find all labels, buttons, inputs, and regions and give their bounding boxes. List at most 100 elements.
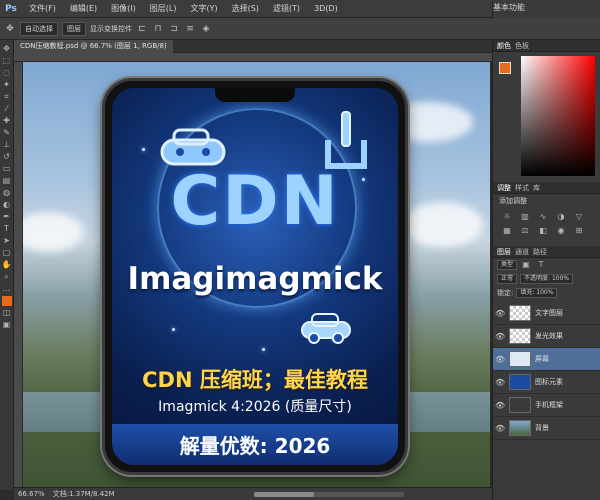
menu-image[interactable]: 图像(I) (104, 3, 143, 14)
zoom-level[interactable]: 66.67% (18, 490, 45, 498)
more-tools-icon[interactable]: … (2, 284, 12, 294)
tab-layers[interactable]: 图层 (497, 247, 511, 257)
tab-adjustments[interactable]: 调整 (497, 183, 511, 193)
layer-row[interactable]: 👁 背景 (493, 417, 600, 440)
eye-icon[interactable]: 👁 (495, 424, 505, 433)
eye-icon[interactable]: 👁 (495, 309, 505, 318)
menu-filter[interactable]: 滤镜(T) (266, 3, 307, 14)
tab-swatches[interactable]: 色板 (515, 41, 529, 51)
distribute-icon[interactable]: ≡ (184, 23, 196, 35)
menu-bar: Ps 文件(F) 编辑(E) 图像(I) 图层(L) 文字(Y) 选择(S) 滤… (0, 0, 600, 462)
tab-channels[interactable]: 通道 (515, 247, 529, 257)
eyedropper-icon[interactable]: ⁄ (2, 104, 12, 114)
options-bar: ✥ 自动选择 图层 显示变换控件 ⊏ ⊓ ⊐ ≡ ◈ (0, 18, 600, 40)
document-tab-bar: CDN压缩教程.psd @ 66.7% (图层 1, RGB/8) (14, 40, 492, 53)
layer-row[interactable]: 👁 图标元素 (493, 371, 600, 394)
menu-edit[interactable]: 编辑(E) (63, 3, 104, 14)
brand-name: Imagimagmick (127, 261, 383, 297)
menu-type[interactable]: 文字(Y) (183, 3, 224, 14)
history-brush-icon[interactable]: ↺ (2, 152, 12, 162)
vibrance-icon[interactable]: ▽ (573, 212, 585, 222)
menu-layer[interactable]: 图层(L) (143, 3, 184, 14)
path-select-icon[interactable]: ➤ (2, 236, 12, 246)
hand-icon[interactable]: ✋ (2, 260, 12, 270)
align-left-icon[interactable]: ⊏ (136, 23, 148, 35)
document-info[interactable]: 文档:1.37M/8.42M (53, 489, 115, 499)
opacity-field[interactable]: 不透明度: 100% (520, 274, 574, 284)
black-white-icon[interactable]: ◧ (537, 226, 549, 236)
align-right-icon[interactable]: ⊐ (168, 23, 180, 35)
healing-icon[interactable]: ✚ (2, 116, 12, 126)
screen-mode-icon[interactable]: ▣ (2, 320, 12, 330)
scrollbar-thumb[interactable] (254, 492, 314, 497)
horizontal-scrollbar[interactable] (254, 492, 404, 497)
gradient-icon[interactable]: ▤ (2, 176, 12, 186)
layers-panel-tabs: 图层 通道 路径 (493, 246, 600, 258)
brightness-icon[interactable]: ☼ (501, 212, 513, 222)
layer-row[interactable]: 👁 发光效果 (493, 325, 600, 348)
auto-select-dropdown[interactable]: 自动选择 (20, 21, 58, 36)
layer-row-selected[interactable]: 👁 屏幕 (493, 348, 600, 371)
color-field[interactable] (521, 56, 595, 176)
eye-icon[interactable]: 👁 (495, 378, 505, 387)
adjust-title: 添加调整 (499, 197, 527, 205)
phone-screen: CDN Imagimagmick CDN 压缩班；最佳教程 Imagmick 4… (112, 88, 398, 465)
color-balance-icon[interactable]: ⚖ (519, 226, 531, 236)
lasso-icon[interactable]: ◌ (2, 68, 12, 78)
phone-mockup: CDN Imagimagmick CDN 压缩班；最佳教程 Imagmick 4… (102, 78, 408, 475)
fill-field[interactable]: 填充: 100% (516, 288, 558, 298)
document-canvas[interactable]: CDN Imagimagmick CDN 压缩班；最佳教程 Imagmick 4… (23, 62, 490, 487)
menu-3d[interactable]: 3D(D) (307, 4, 345, 13)
shape-icon[interactable]: ▢ (2, 248, 12, 258)
blend-mode-dropdown[interactable]: 正常 (497, 274, 518, 284)
eraser-icon[interactable]: ▭ (2, 164, 12, 174)
crop-icon[interactable]: ⌗ (2, 92, 12, 102)
tab-color[interactable]: 颜色 (497, 41, 511, 51)
sparkle (262, 348, 265, 351)
layer-thumbnail (509, 328, 531, 344)
layer-mode-dropdown[interactable]: 图层 (62, 21, 86, 36)
kind-filter-dropdown[interactable]: 类型 (497, 260, 518, 270)
eye-icon[interactable]: 👁 (495, 355, 505, 364)
layer-name: 背景 (535, 424, 549, 432)
photo-filter-icon[interactable]: ◉ (555, 226, 567, 236)
cloud-shape (403, 202, 483, 247)
transform-controls-label[interactable]: 显示变换控件 (90, 24, 132, 34)
quick-mask-icon[interactable]: ◫ (2, 308, 12, 318)
brush-icon[interactable]: ✎ (2, 128, 12, 138)
right-panel-dock: 颜色 色板 调整 样式 库 添加调整 ☼ ▥ ∿ ◑ ▽ ▦ ⚖ ◧ ◉ ⊞ 图… (492, 40, 600, 500)
menu-select[interactable]: 选择(S) (225, 3, 266, 14)
stamp-icon[interactable]: ⊥ (2, 140, 12, 150)
marquee-icon[interactable]: ⬚ (2, 56, 12, 66)
blur-icon[interactable]: ◍ (2, 188, 12, 198)
channel-mixer-icon[interactable]: ⊞ (573, 226, 585, 236)
layer-row[interactable]: 👁 文字图层 (493, 302, 600, 325)
filter-text-icon[interactable]: T (535, 260, 547, 270)
document-tab[interactable]: CDN压缩教程.psd @ 66.7% (图层 1, RGB/8) (14, 40, 173, 53)
layer-row[interactable]: 👁 手机框架 (493, 394, 600, 417)
hue-icon[interactable]: ▦ (501, 226, 513, 236)
foreground-swatch-icon[interactable] (1, 296, 12, 306)
levels-icon[interactable]: ▥ (519, 212, 531, 222)
foreground-color-swatch[interactable] (499, 62, 511, 74)
move-tool-icon[interactable]: ✥ (4, 23, 16, 35)
eye-icon[interactable]: 👁 (495, 332, 505, 341)
ruler-vertical (14, 62, 23, 487)
type-icon[interactable]: T (2, 224, 12, 234)
dodge-icon[interactable]: ◐ (2, 200, 12, 210)
zoom-icon[interactable]: ⌕ (2, 272, 12, 282)
tab-styles[interactable]: 样式 (515, 183, 529, 193)
eye-icon[interactable]: 👁 (495, 401, 505, 410)
menu-file[interactable]: 文件(F) (22, 3, 63, 14)
move-icon[interactable]: ✥ (2, 44, 12, 54)
3d-mode-icon[interactable]: ◈ (200, 23, 212, 35)
pen-icon[interactable]: ✒ (2, 212, 12, 222)
align-center-icon[interactable]: ⊓ (152, 23, 164, 35)
magic-wand-icon[interactable]: ✦ (2, 80, 12, 90)
tab-libraries[interactable]: 库 (533, 183, 540, 193)
curves-icon[interactable]: ∿ (537, 212, 549, 222)
exposure-icon[interactable]: ◑ (555, 212, 567, 222)
layer-name: 图标元素 (535, 378, 563, 386)
tab-paths[interactable]: 路径 (533, 247, 547, 257)
filter-image-icon[interactable]: ▣ (520, 260, 532, 270)
